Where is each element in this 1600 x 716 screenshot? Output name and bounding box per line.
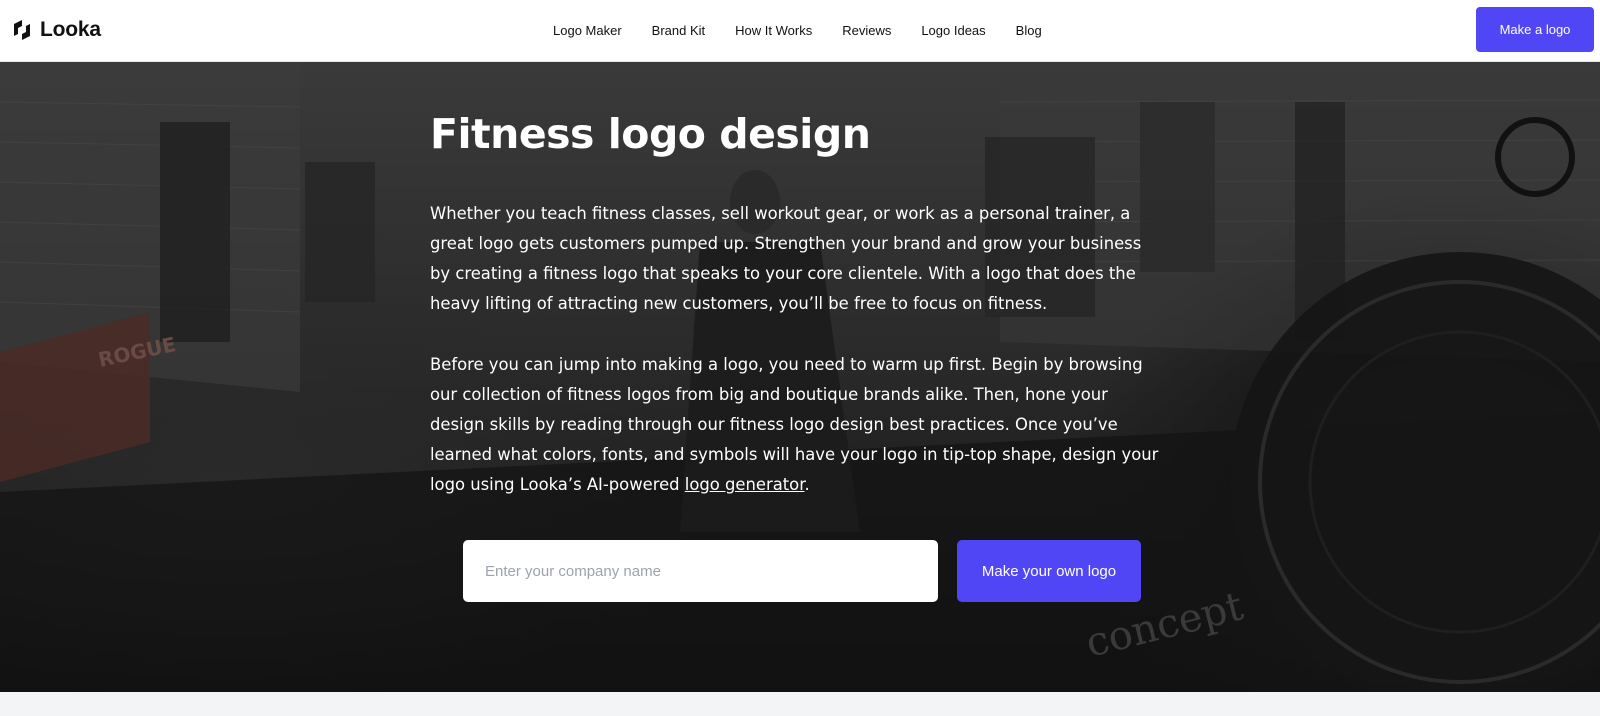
nav-logo-ideas[interactable]: Logo Ideas xyxy=(921,23,985,38)
brand-logo[interactable]: Looka xyxy=(12,17,101,43)
company-name-input[interactable] xyxy=(463,540,938,602)
hero-paragraph-2-end: . xyxy=(804,475,810,494)
page: Looka Logo Maker Brand Kit How It Works … xyxy=(0,0,1600,716)
looka-logo-icon xyxy=(14,20,30,40)
hero-section: ROGUE concept Fitness logo design Whethe… xyxy=(0,62,1600,692)
below-hero-band xyxy=(0,692,1600,716)
nav-brand-kit[interactable]: Brand Kit xyxy=(652,23,705,38)
page-title: Fitness logo design xyxy=(430,110,871,158)
nav-blog[interactable]: Blog xyxy=(1016,23,1042,38)
hero-paragraph-2: Before you can jump into making a logo, … xyxy=(430,350,1166,500)
make-a-logo-button[interactable]: Make a logo xyxy=(1476,7,1594,52)
main-nav: Logo Maker Brand Kit How It Works Review… xyxy=(553,0,1042,60)
hero-paragraph-2-text: Before you can jump into making a logo, … xyxy=(430,355,1159,494)
hero-paragraph-1: Whether you teach fitness classes, sell … xyxy=(430,204,1142,313)
make-your-own-logo-button[interactable]: Make your own logo xyxy=(957,540,1141,602)
nav-how-it-works[interactable]: How It Works xyxy=(735,23,812,38)
brand-name: Looka xyxy=(40,18,101,41)
nav-logo-maker[interactable]: Logo Maker xyxy=(553,23,622,38)
logo-generator-link[interactable]: logo generator xyxy=(685,475,805,494)
nav-reviews[interactable]: Reviews xyxy=(842,23,891,38)
site-header: Looka Logo Maker Brand Kit How It Works … xyxy=(0,0,1600,62)
